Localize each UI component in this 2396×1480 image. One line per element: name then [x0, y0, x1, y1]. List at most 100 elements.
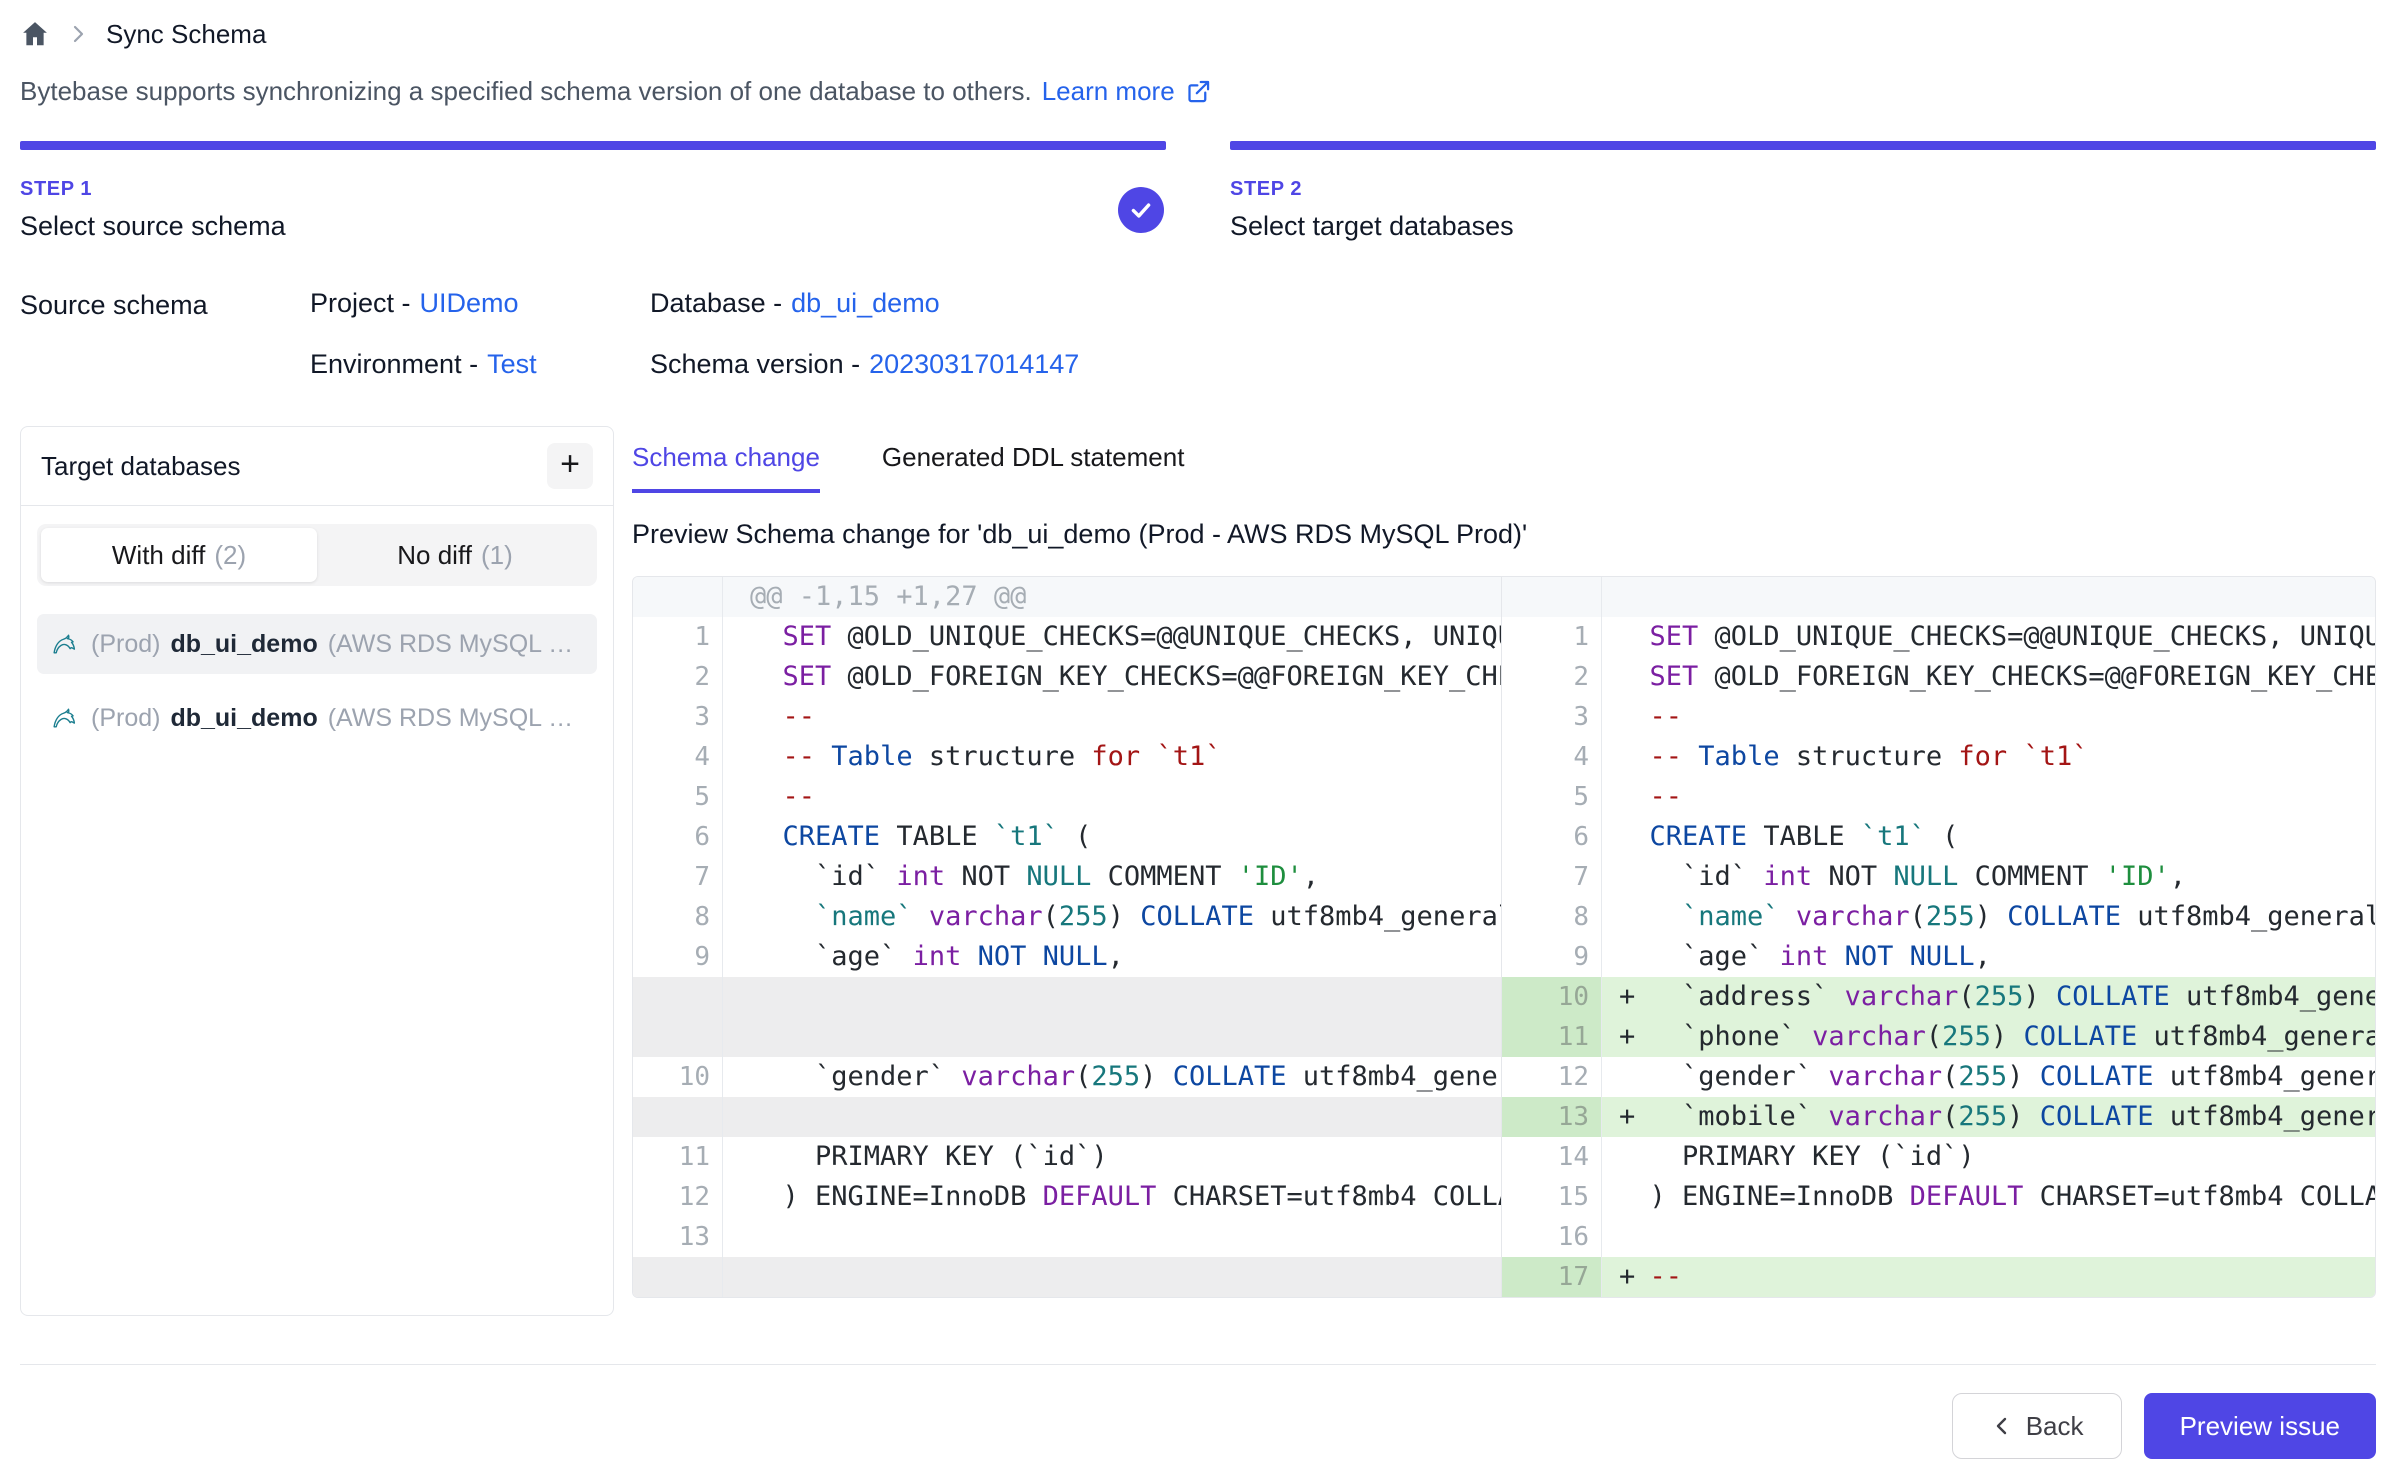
page-description: Bytebase supports synchronizing a specif… — [20, 76, 2376, 107]
learn-more-link[interactable]: Learn more — [1042, 76, 1175, 107]
code-line: PRIMARY KEY (`id`) — [723, 1137, 1501, 1177]
step-2-progress-bar — [1230, 141, 2376, 150]
tab-no-diff[interactable]: No diff (1) — [317, 528, 593, 582]
code-line: ) ENGINE=InnoDB DEFAULT CHARSET=utf8mb4 … — [1602, 1177, 2375, 1217]
line-number: 7 — [633, 857, 723, 897]
field-label: Schema version - — [650, 349, 860, 379]
tab-schema-change[interactable]: Schema change — [632, 442, 820, 493]
diff-row: 4 -- Table structure for `t1` — [633, 737, 1501, 777]
tab-with-diff[interactable]: With diff (2) — [41, 528, 317, 582]
mysql-icon — [51, 703, 81, 733]
line-number: 3 — [633, 697, 723, 737]
diff-pane-target[interactable]: 1 SET @OLD_UNIQUE_CHECKS=@@UNIQUE_CHECKS… — [1502, 577, 2375, 1297]
diff-row: @@ -1,15 +1,27 @@ — [633, 577, 1501, 617]
back-button-label: Back — [2026, 1411, 2084, 1442]
footer-divider — [20, 1364, 2376, 1365]
step-completed-check-icon — [1118, 187, 1164, 233]
preview-issue-button[interactable]: Preview issue — [2144, 1393, 2376, 1459]
diff-row: 12 ) ENGINE=InnoDB DEFAULT CHARSET=utf8m… — [633, 1177, 1501, 1217]
tab-count: (1) — [481, 540, 513, 571]
diff-row: 8 `name` varchar(255) COLLATE utf8mb4_ge… — [1502, 897, 2375, 937]
database-link[interactable]: db_ui_demo — [791, 288, 940, 318]
plus-icon: + — [560, 447, 580, 481]
target-database-item[interactable]: (Prod)db_ui_demo(AWS RDS MySQL Prod) — [37, 614, 597, 674]
database-environment: (Prod) — [91, 630, 160, 659]
added-line-marker: + — [1619, 1257, 1635, 1297]
description-text: Bytebase supports synchronizing a specif… — [20, 76, 1032, 107]
line-number: 16 — [1502, 1217, 1602, 1257]
back-button[interactable]: Back — [1952, 1393, 2122, 1459]
diff-row — [633, 1257, 1501, 1297]
code-line: + `address` varchar(255) COLLATE utf8mb4… — [1602, 977, 2375, 1017]
database-instance: (AWS RDS MySQL Prod) — [328, 630, 583, 659]
tab-generated-ddl[interactable]: Generated DDL statement — [882, 442, 1185, 493]
diff-row: 2 SET @OLD_FOREIGN_KEY_CHECKS=@@FOREIGN_… — [1502, 657, 2375, 697]
line-number: 10 — [1502, 977, 1602, 1017]
schema-version-link[interactable]: 20230317014147 — [869, 349, 1079, 379]
code-line: `gender` varchar(255) COLLATE utf8mb4_ge… — [723, 1057, 1501, 1097]
page-title: Sync Schema — [106, 19, 266, 50]
code-line: SET @OLD_UNIQUE_CHECKS=@@UNIQUE_CHECKS, … — [1602, 617, 2375, 657]
home-icon[interactable] — [20, 19, 50, 49]
line-number: 8 — [1502, 897, 1602, 937]
code-line: -- — [1602, 777, 2375, 817]
diff-pane-source[interactable]: @@ -1,15 +1,27 @@1 SET @OLD_UNIQUE_CHECK… — [633, 577, 1502, 1297]
code-line: SET @OLD_FOREIGN_KEY_CHECKS=@@FOREIGN_KE… — [723, 657, 1501, 697]
breadcrumb: Sync Schema — [20, 14, 2376, 54]
code-line: + `mobile` varchar(255) COLLATE utf8mb4_… — [1602, 1097, 2375, 1137]
database-instance: (AWS RDS MySQL Prod) — [328, 704, 583, 733]
code-line: `name` varchar(255) COLLATE utf8mb4_gene… — [723, 897, 1501, 937]
diff-row: 7 `id` int NOT NULL COMMENT 'ID', — [633, 857, 1501, 897]
schema-preview-section: Schema change Generated DDL statement Pr… — [632, 426, 2376, 1298]
code-line — [1602, 577, 2375, 617]
chevron-right-icon — [66, 22, 90, 46]
line-number: 17 — [1502, 1257, 1602, 1297]
code-line: `age` int NOT NULL, — [1602, 937, 2375, 977]
diff-row: 16 — [1502, 1217, 2375, 1257]
code-line: ) ENGINE=InnoDB DEFAULT CHARSET=utf8mb4 … — [723, 1177, 1501, 1217]
step-2-label: STEP 2 — [1230, 178, 1514, 201]
add-target-database-button[interactable]: + — [547, 443, 593, 489]
source-schema-label: Source schema — [20, 288, 310, 380]
code-line — [723, 1097, 1501, 1137]
project-link[interactable]: UIDemo — [420, 288, 519, 318]
line-number — [633, 577, 723, 617]
line-number: 9 — [1502, 937, 1602, 977]
database-environment: (Prod) — [91, 704, 160, 733]
code-line — [723, 1017, 1501, 1057]
diff-row: 13 — [633, 1217, 1501, 1257]
diff-row — [633, 977, 1501, 1017]
line-number: 8 — [633, 897, 723, 937]
database-name: db_ui_demo — [170, 704, 317, 733]
field-label: Environment - — [310, 349, 478, 379]
code-line: -- Table structure for `t1` — [1602, 737, 2375, 777]
diff-row: 11 PRIMARY KEY (`id`) — [633, 1137, 1501, 1177]
diff-row: 12 `gender` varchar(255) COLLATE utf8mb4… — [1502, 1057, 2375, 1097]
diff-row: 2 SET @OLD_FOREIGN_KEY_CHECKS=@@FOREIGN_… — [633, 657, 1501, 697]
diff-row: 3 -- — [633, 697, 1501, 737]
line-number: 2 — [1502, 657, 1602, 697]
diff-filter-tabs: With diff (2) No diff (1) — [37, 524, 597, 586]
code-line: -- Table structure for `t1` — [723, 737, 1501, 777]
line-number: 6 — [633, 817, 723, 857]
step-1-progress-bar — [20, 141, 1166, 150]
code-line: CREATE TABLE `t1` ( — [1602, 817, 2375, 857]
line-number: 9 — [633, 937, 723, 977]
external-link-icon[interactable] — [1185, 78, 1212, 105]
environment-link[interactable]: Test — [487, 349, 537, 379]
code-line: `gender` varchar(255) COLLATE utf8mb4_ge… — [1602, 1057, 2375, 1097]
panel-divider — [21, 505, 613, 506]
line-number — [633, 1097, 723, 1137]
mysql-icon — [51, 629, 81, 659]
diff-row: 13+ `mobile` varchar(255) COLLATE utf8mb… — [1502, 1097, 2375, 1137]
diff-row: 9 `age` int NOT NULL, — [633, 937, 1501, 977]
code-line: + `phone` varchar(255) COLLATE utf8mb4_g… — [1602, 1017, 2375, 1057]
step-2-title: Select target databases — [1230, 211, 1514, 242]
added-line-marker: + — [1619, 1097, 1635, 1137]
step-1: STEP 1 Select source schema — [20, 141, 1166, 242]
code-line: SET @OLD_FOREIGN_KEY_CHECKS=@@FOREIGN_KE… — [1602, 657, 2375, 697]
preview-title: Preview Schema change for 'db_ui_demo (P… — [632, 519, 2376, 550]
target-database-item[interactable]: (Prod) db_ui_demo (AWS RDS MySQL Prod) — [37, 688, 597, 748]
line-number: 5 — [1502, 777, 1602, 817]
stepper: STEP 1 Select source schema STEP 2 Selec… — [20, 141, 2376, 242]
